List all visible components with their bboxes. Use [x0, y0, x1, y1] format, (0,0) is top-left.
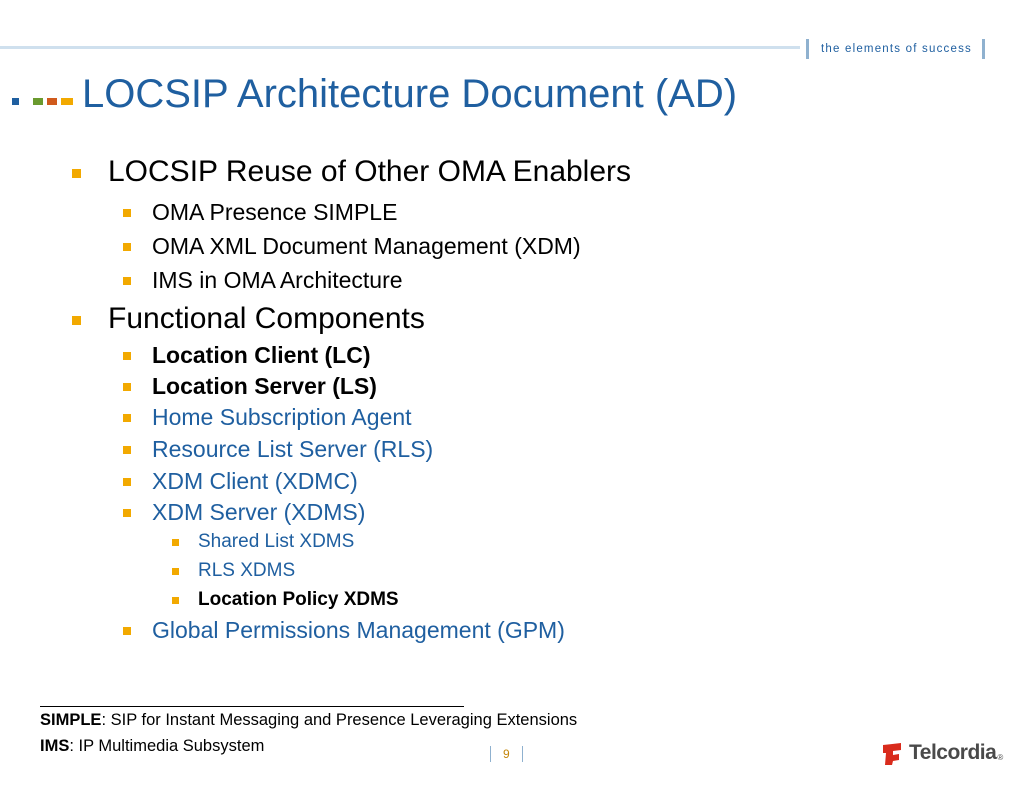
- bullet-item: Resource List Server (RLS): [123, 436, 434, 463]
- bullet-square-icon: [123, 478, 131, 486]
- footnote-definition: : IP Multimedia Subsystem: [69, 737, 265, 755]
- page-number-box: 9: [490, 746, 523, 762]
- title-marker-icon: [12, 98, 73, 105]
- bullet-text: OMA Presence SIMPLE: [152, 199, 398, 225]
- bullet-item: Location Policy XDMS: [172, 589, 399, 611]
- bullet-text: Home Subscription Agent: [152, 404, 412, 430]
- footnote-term: SIMPLE: [40, 711, 102, 729]
- header-rule: [0, 46, 800, 49]
- bullet-item: OMA XML Document Management (XDM): [123, 233, 581, 260]
- logo-registered-mark: ®: [997, 753, 1004, 762]
- bullet-item: LOCSIP Reuse of Other OMA Enablers: [72, 155, 632, 189]
- bullet-item: XDM Server (XDMS): [123, 499, 366, 526]
- marker-bar-green: [33, 98, 43, 105]
- bullet-item: Home Subscription Agent: [123, 404, 412, 431]
- tagline-box: the elements of success: [806, 38, 985, 60]
- bullet-text: Resource List Server (RLS): [152, 436, 434, 462]
- bullet-item: XDM Client (XDMC): [123, 468, 358, 495]
- tagline: the elements of success: [821, 43, 972, 55]
- bullet-item: Location Server (LS): [123, 373, 377, 400]
- footnote-rule: [40, 706, 464, 707]
- bullet-text: XDM Client (XDMC): [152, 468, 358, 494]
- bullet-square-icon: [123, 509, 131, 517]
- bullet-square-icon: [123, 383, 131, 391]
- bullet-square-icon: [72, 316, 81, 325]
- page-right-bar: [521, 746, 523, 762]
- bullet-item: Shared List XDMS: [172, 531, 355, 553]
- bullet-square-icon: [123, 446, 131, 454]
- footnote-definition: : SIP for Instant Messaging and Presence…: [101, 711, 578, 729]
- bullet-text: LOCSIP Reuse of Other OMA Enablers: [108, 155, 632, 188]
- bullet-item: Location Client (LC): [123, 342, 371, 369]
- bullet-square-icon: [123, 414, 131, 422]
- bullet-text: Functional Components: [108, 302, 425, 335]
- bullet-text: RLS XDMS: [198, 560, 296, 581]
- bullet-text: Global Permissions Management (GPM): [152, 617, 565, 643]
- bullet-square-icon: [172, 539, 179, 546]
- bullet-text: Location Policy XDMS: [198, 589, 399, 610]
- bullet-text: XDM Server (XDMS): [152, 499, 366, 525]
- marker-bar-yellow: [61, 98, 73, 105]
- bullet-square-icon: [123, 352, 131, 360]
- bullet-square-icon: [123, 277, 131, 285]
- marker-square-blue: [12, 98, 19, 105]
- bullet-square-icon: [72, 169, 81, 178]
- bullet-item: Functional Components: [72, 302, 425, 336]
- bullet-text: Location Client (LC): [152, 342, 371, 368]
- page-left-bar: [490, 746, 491, 762]
- bullet-item: RLS XDMS: [172, 560, 296, 582]
- page-number: 9: [503, 747, 510, 761]
- telcordia-logo: Telcordia ®: [880, 741, 1003, 765]
- bullet-item: Global Permissions Management (GPM): [123, 617, 565, 644]
- telcordia-flag-icon: [883, 743, 901, 765]
- footnote-simple: SIMPLE: SIP for Instant Messaging and Pr…: [40, 711, 577, 730]
- bullet-square-icon: [172, 568, 179, 575]
- bullet-text: Location Server (LS): [152, 373, 377, 399]
- bullet-square-icon: [172, 597, 179, 604]
- bullet-text: OMA XML Document Management (XDM): [152, 233, 581, 259]
- tagline-right-bar: [981, 39, 985, 59]
- footnote-ims: IMS: IP Multimedia Subsystem: [40, 737, 264, 756]
- slide-title: LOCSIP Architecture Document (AD): [82, 72, 738, 116]
- footnote-term: IMS: [40, 737, 70, 755]
- marker-bar-orange: [47, 98, 57, 105]
- bullet-item: IMS in OMA Architecture: [123, 267, 403, 294]
- bullet-square-icon: [123, 627, 131, 635]
- bullet-text: Shared List XDMS: [198, 531, 355, 552]
- logo-text: Telcordia: [909, 741, 997, 764]
- bullet-square-icon: [123, 243, 131, 251]
- bullet-text: IMS in OMA Architecture: [152, 267, 403, 293]
- bullet-square-icon: [123, 209, 131, 217]
- bullet-item: OMA Presence SIMPLE: [123, 199, 398, 226]
